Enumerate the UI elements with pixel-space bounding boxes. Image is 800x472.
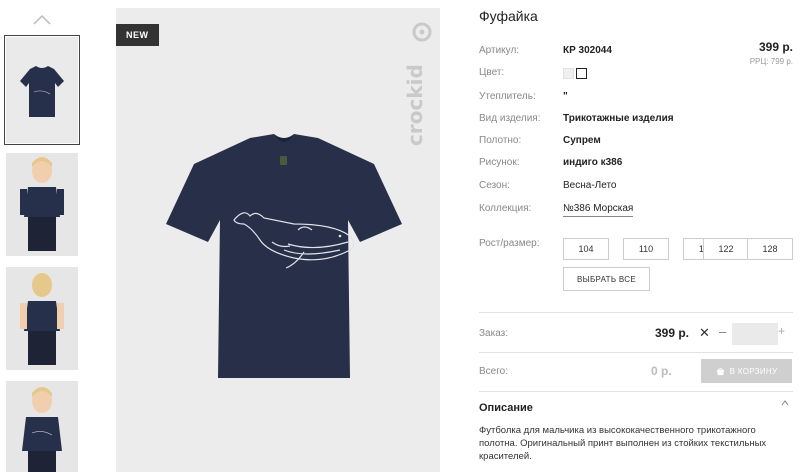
- add-to-cart-label: В КОРЗИНУ: [729, 366, 778, 376]
- attr-fabric: Полотно: Супрем: [479, 135, 793, 149]
- attr-color: Цвет:: [479, 67, 793, 81]
- attr-value: ": [563, 91, 568, 102]
- attr-print: Рисунок: индиго к386: [479, 157, 793, 171]
- attr-product-type: Вид изделия: Трикотажные изделия: [479, 113, 793, 127]
- thumbnail-model-back[interactable]: [6, 267, 78, 370]
- attr-label: Рисунок:: [479, 157, 520, 168]
- order-label: Заказ:: [479, 328, 509, 339]
- attr-article: Артикул: КР 302044: [479, 45, 793, 59]
- tshirt-image: [166, 134, 402, 378]
- thumbnail-model-front-2[interactable]: [6, 381, 78, 472]
- thumbnail-model-front[interactable]: [6, 153, 78, 256]
- new-badge: NEW: [116, 24, 159, 46]
- attr-value: индиго к386: [563, 157, 623, 168]
- attr-value: Трикотажные изделия: [563, 113, 674, 124]
- quantity-decrease-button[interactable]: –: [719, 324, 726, 339]
- attr-insulation: Утеплитель: ": [479, 91, 793, 105]
- crockid-logo: crockid: [406, 22, 432, 146]
- multiply-icon: ✕: [699, 325, 710, 340]
- size-button-122[interactable]: 122: [703, 238, 749, 260]
- attr-label: Сезон:: [479, 180, 510, 191]
- select-all-button[interactable]: ВЫБРАТЬ ВСЕ: [563, 267, 650, 291]
- attr-value: КР 302044: [563, 45, 612, 56]
- size-label: Рост/размер:: [479, 238, 540, 249]
- description-text: Футболка для мальчика из высококачествен…: [479, 425, 767, 462]
- attr-label: Артикул:: [479, 45, 520, 56]
- attr-value: Весна-Лето: [563, 180, 617, 191]
- thumbnail-gallery: [0, 0, 90, 472]
- cart-icon: [716, 367, 724, 375]
- attr-season: Сезон: Весна-Лето: [479, 180, 793, 194]
- attr-label: Утеплитель:: [479, 91, 536, 102]
- attr-value: Супрем: [563, 135, 601, 146]
- collection-link[interactable]: №386 Морская: [563, 203, 634, 217]
- svg-text:crockid: crockid: [406, 64, 427, 146]
- divider: [479, 312, 793, 313]
- main-product-image: NEW crockid: [116, 8, 440, 472]
- divider: [479, 391, 793, 392]
- quantity-increase-button[interactable]: +: [778, 324, 785, 338]
- total-value: 0 р.: [651, 364, 672, 378]
- add-to-cart-button[interactable]: В КОРЗИНУ: [701, 359, 792, 383]
- attr-label: Вид изделия:: [479, 113, 541, 124]
- attr-label: Полотно:: [479, 135, 522, 146]
- size-button-128[interactable]: 128: [747, 238, 793, 260]
- attr-label: Цвет:: [479, 67, 505, 78]
- color-swatch-light[interactable]: [563, 68, 574, 79]
- attr-collection: Коллекция: №386 Морская: [479, 203, 793, 217]
- product-info-panel: Фуфайка 399 р. РРЦ: 799 р. Артикул: КР 3…: [479, 0, 793, 472]
- description-heading: Описание: [479, 402, 533, 414]
- collapse-caret-icon[interactable]: [781, 400, 789, 406]
- quantity-input[interactable]: [732, 323, 778, 345]
- divider: [479, 352, 793, 353]
- size-button-104[interactable]: 104: [563, 238, 609, 260]
- color-swatch-selected[interactable]: [576, 68, 587, 79]
- total-label: Всего:: [479, 366, 508, 377]
- attr-label: Коллекция:: [479, 203, 532, 214]
- thumbnail-tshirt[interactable]: [4, 35, 80, 145]
- product-title: Фуфайка: [479, 8, 538, 24]
- order-price: 399 р.: [655, 326, 690, 340]
- chevron-up-icon[interactable]: [30, 12, 54, 28]
- size-button-110[interactable]: 110: [623, 238, 669, 260]
